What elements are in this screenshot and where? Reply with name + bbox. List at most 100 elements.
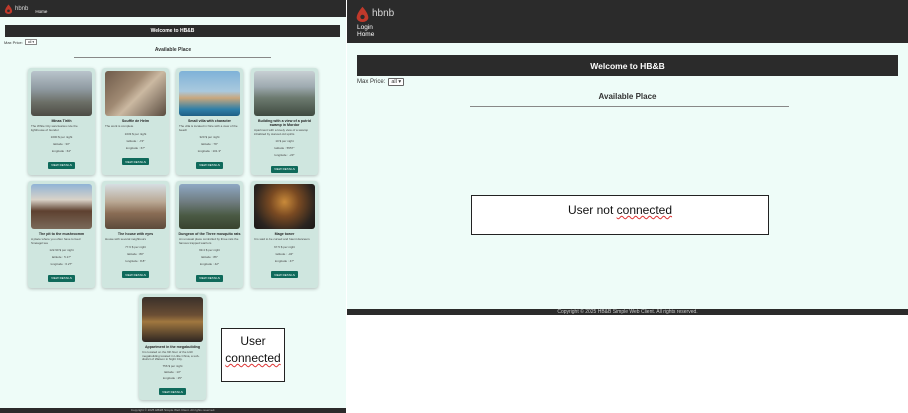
logo-icon: [4, 4, 13, 14]
place-price: 10 $ per night: [275, 139, 294, 144]
place-image: [254, 71, 315, 116]
place-longitude: longitude : 64°: [51, 149, 72, 154]
place-card: Dungeon of the Three mosquito rats An un…: [176, 181, 243, 288]
connected-view: hbnb Home Welcome to HB&B Max Price: all…: [0, 0, 346, 413]
place-latitude: latitude : -74°: [126, 138, 145, 143]
annotation-line: connected: [225, 351, 281, 365]
view-details-button[interactable]: VIEW DETAILS: [196, 161, 223, 169]
view-details-button[interactable]: VIEW DETAILS: [271, 165, 298, 173]
place-description: The work is complete: [105, 124, 134, 128]
place-image: [105, 184, 166, 229]
view-details-button[interactable]: VIEW DETAILS: [271, 271, 298, 279]
view-details-button[interactable]: VIEW DETAILS: [122, 158, 149, 166]
place-description: An unusual place controlled by three rat…: [179, 237, 239, 245]
place-title: The pit to the mushroomm: [38, 232, 85, 236]
logo-icon: [356, 6, 369, 22]
place-description: The White City sanctuaries rule the ligh…: [31, 124, 78, 132]
place-image: [179, 184, 240, 229]
place-title: Small villa with character: [188, 119, 231, 123]
max-price-select[interactable]: all ▾: [388, 78, 405, 86]
place-card: Mage tower It is said to be cursed and h…: [251, 181, 318, 288]
place-price: 99.4 $ per night: [199, 248, 220, 253]
place-latitude: latitude : 80°: [127, 251, 144, 256]
place-latitude: latitude : 86°: [201, 255, 218, 260]
place-description: It is located on the 9th floor of the H1…: [142, 350, 200, 362]
header-bar: hbnb Login Home: [347, 0, 908, 43]
place-price: 320 $ per night: [199, 135, 220, 140]
place-card: Appartment in the megabuilding It is loc…: [139, 294, 206, 400]
place-longitude: longitude : 6.27°: [50, 262, 73, 267]
view-details-button[interactable]: VIEW DETAILS: [159, 388, 186, 396]
view-details-button[interactable]: VIEW DETAILS: [48, 274, 75, 282]
title-divider: [74, 57, 271, 58]
place-title: Building with a view of a putrid swamp i…: [258, 119, 311, 127]
footer: Copyright © 2025 HB&B Simple Web Client.…: [0, 408, 346, 413]
welcome-banner: Welcome to HB&B: [357, 55, 898, 76]
annotation-word: connected: [616, 203, 673, 217]
place-longitude: longitude : -23°: [274, 153, 295, 158]
place-title: Dungeon of the Three mosquito rats: [178, 232, 241, 236]
place-longitude: longitude : 67°: [125, 145, 146, 150]
place-price: 67.5 $ per night: [274, 244, 295, 249]
view-details-button[interactable]: VIEW DETAILS: [48, 161, 75, 169]
place-latitude: latitude : 5.17°: [51, 255, 72, 260]
footer: Copyright © 2025 HB&B Simple Web Client.…: [347, 309, 908, 315]
place-card: The pit to the mushroomm A place where y…: [28, 181, 95, 288]
place-image: [105, 71, 166, 116]
place-latitude: latitude : 5557°: [274, 146, 295, 151]
nav-home-link[interactable]: Home: [357, 31, 374, 38]
place-image: [142, 297, 203, 342]
max-price-filter: Max Price: all ▾: [357, 78, 405, 86]
place-latitude: latitude : 33°: [53, 142, 70, 147]
place-card: Small villa with character The villa is …: [176, 68, 243, 175]
screenshot-root: hbnb Home Welcome to HB&B Max Price: all…: [0, 0, 908, 413]
place-price: 756 $ per night: [162, 363, 183, 368]
place-title: Appartment in the megabuilding: [144, 345, 201, 349]
view-details-button[interactable]: VIEW DETAILS: [122, 271, 149, 279]
place-description: House with several neighbours: [105, 237, 147, 241]
max-price-label: Max Price:: [4, 39, 23, 45]
place-latitude: latitude : -34°: [275, 251, 294, 256]
place-image: [31, 184, 92, 229]
place-latitude: latitude : 79°: [201, 142, 218, 147]
place-image: [31, 71, 92, 116]
not-connected-view: hbnb Login Home Welcome to HB&B Max Pric…: [347, 0, 908, 315]
annotation-prefix: User not: [567, 203, 617, 217]
place-longitude: longitude : 47°: [274, 258, 295, 263]
brand-name: hbnb: [15, 5, 29, 12]
place-description: A place where you often have to feed Smé…: [31, 237, 81, 245]
annotation-user-connected: User connected: [221, 328, 285, 382]
annotation-user-not-connected: User not connected: [471, 195, 769, 235]
annotation-line: User: [240, 334, 266, 348]
nav-links: Login Home: [357, 24, 374, 38]
place-description: The villa is located in Nice with a view…: [179, 124, 238, 132]
place-image: [254, 184, 315, 229]
place-description: It is said to be cursed and haunt danceu…: [254, 237, 310, 241]
place-price: 1000 $ per night: [50, 135, 73, 140]
available-title: Available Place: [154, 47, 192, 53]
brand-name: hbnb: [372, 8, 395, 19]
title-divider: [470, 106, 789, 107]
place-latitude: latitude : 13°: [164, 369, 181, 374]
view-details-button[interactable]: VIEW DETAILS: [196, 274, 223, 282]
place-title: Souffle de Helm: [121, 119, 150, 123]
place-longitude: longitude : 8.8°: [125, 258, 146, 263]
header-bar: hbnb Home: [0, 0, 346, 17]
place-price: 77.6 $ per night: [125, 244, 146, 249]
place-card: Building with a view of a putrid swamp i…: [251, 68, 318, 175]
nav-home-link[interactable]: Home: [35, 9, 47, 14]
place-title: Minas Tirith: [51, 119, 72, 123]
available-title: Available Place: [598, 92, 657, 101]
place-longitude: longitude : 42°: [199, 262, 220, 267]
welcome-banner: Welcome to HB&B: [5, 25, 340, 37]
place-card: The house with eyes House with several n…: [102, 181, 169, 288]
max-price-filter: Max Price: all ▾: [4, 39, 38, 45]
place-description: Apartment with a lovely view of a swamp …: [254, 128, 309, 136]
max-price-label: Max Price:: [357, 79, 386, 85]
place-card: Minas Tirith The White City sanctuaries …: [28, 68, 95, 175]
place-price: 122.90 $ per night: [49, 248, 74, 253]
max-price-select[interactable]: all ▾: [24, 39, 38, 45]
nav-login-link[interactable]: Login: [357, 24, 374, 31]
place-title: The house with eyes: [117, 232, 154, 236]
place-longitude: longitude : 25°: [162, 375, 183, 380]
